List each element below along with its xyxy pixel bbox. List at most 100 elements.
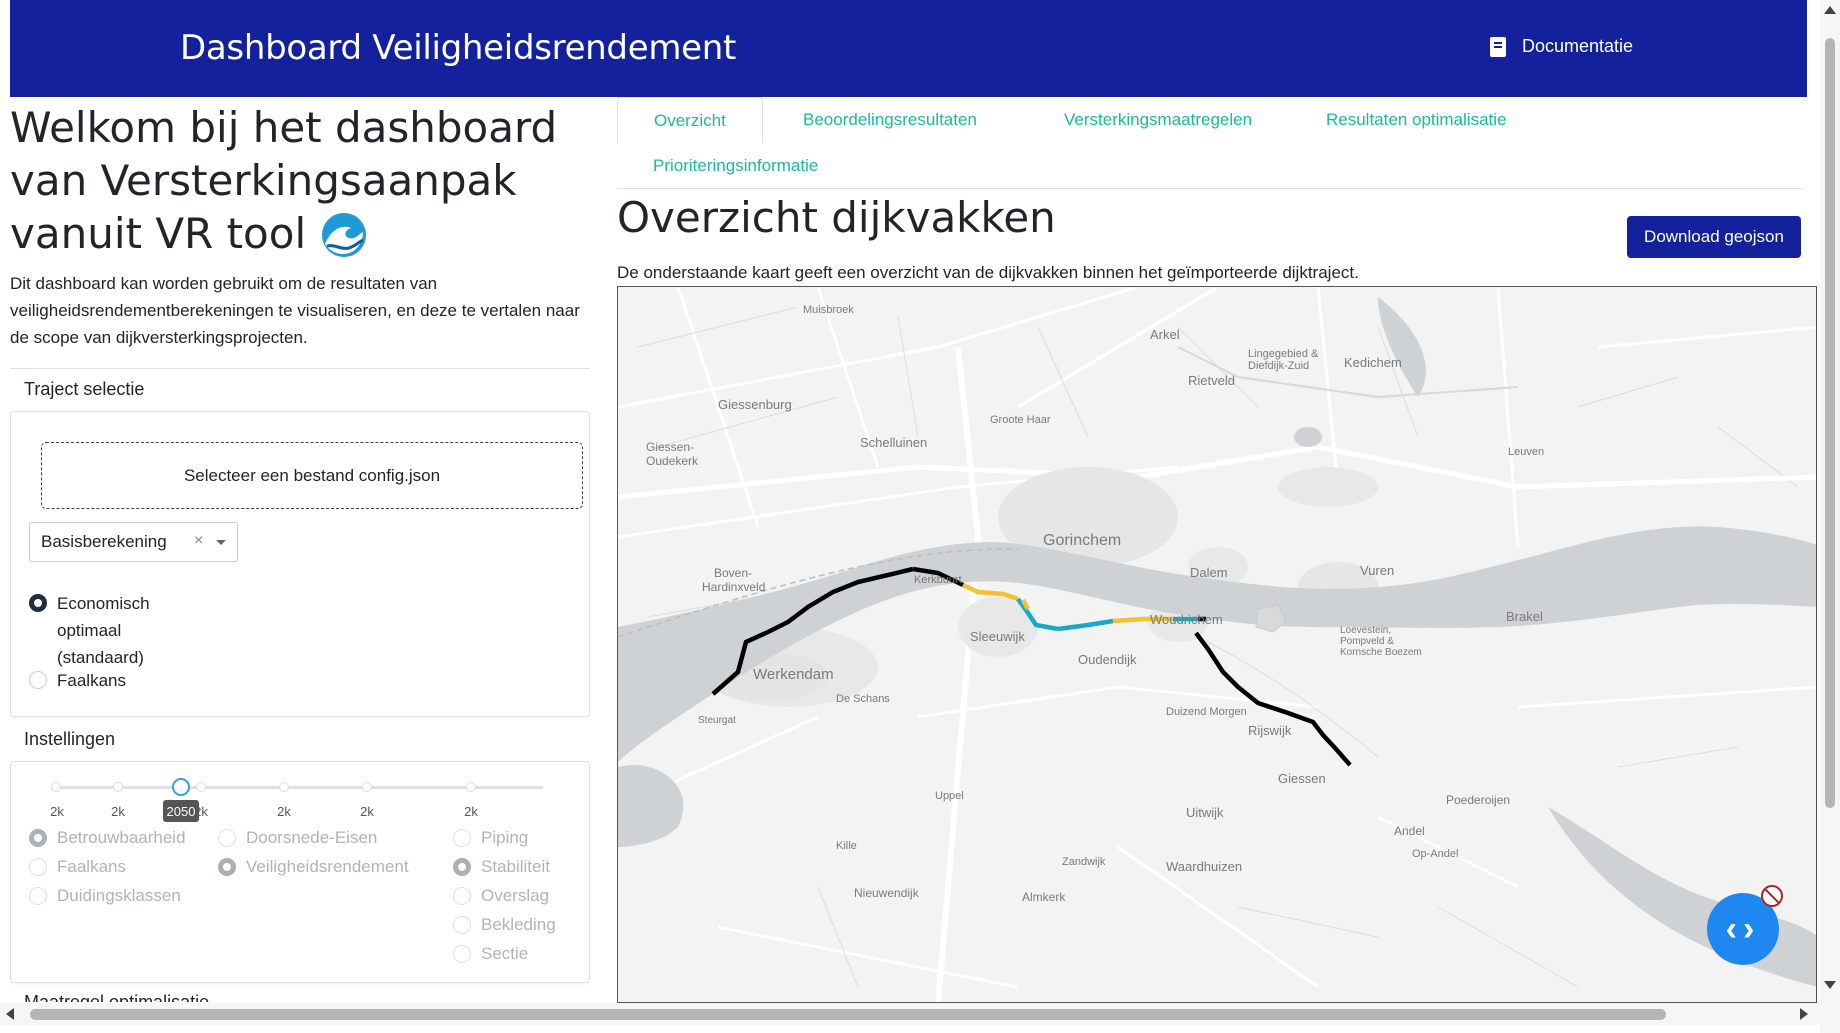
- slider-tick-label: 2k: [360, 804, 374, 819]
- scroll-right-icon[interactable]: [1800, 1008, 1808, 1020]
- map-label: Werkendam: [753, 666, 834, 683]
- scroll-left-icon[interactable]: [6, 1008, 14, 1020]
- radio-doorsnede-eisen[interactable]: Doorsnede-Eisen: [218, 828, 377, 848]
- map-label: Almkerk: [1022, 890, 1066, 904]
- slider-tick-label: 2k: [50, 804, 64, 819]
- map-label: Muisbroek: [803, 304, 854, 316]
- map-canvas[interactable]: Muisbroek Arkel Lingegebied & Diefdijk-Z…: [618, 287, 1817, 1003]
- radio-duidingsklassen[interactable]: Duidingsklassen: [29, 886, 181, 906]
- radio-button[interactable]: [29, 887, 47, 905]
- map-label: Gorinchem: [1043, 532, 1121, 549]
- map-label: Dalem: [1190, 565, 1228, 580]
- radio-label: Doorsnede-Eisen: [246, 828, 378, 847]
- radio-faalkans[interactable]: Faalkans: [29, 667, 126, 694]
- tab-beoordelingsresultaten[interactable]: Beoordelingsresultaten: [767, 97, 1013, 143]
- radio-button[interactable]: [453, 916, 471, 934]
- scroll-thumb[interactable]: [30, 1009, 1666, 1020]
- radio-label: Overslag: [481, 886, 550, 905]
- traject-section-title: Traject selectie: [24, 379, 145, 399]
- map-label: Woudrichem: [1150, 612, 1223, 627]
- welcome-text: Welkom bij het dashboard van Versterking…: [10, 103, 558, 258]
- radio-button[interactable]: [29, 858, 47, 876]
- chevron-down-icon[interactable]: [216, 540, 226, 545]
- map-label: Uppel: [935, 790, 964, 802]
- tab-versterkingsmaatregelen[interactable]: Versterkingsmaatregelen: [1028, 97, 1288, 143]
- slider-dot[interactable]: [113, 782, 123, 792]
- slider-dot[interactable]: [466, 782, 476, 792]
- map-label: Giessenburg: [718, 397, 792, 412]
- map-label: De Schans: [836, 693, 890, 705]
- radio-button[interactable]: [453, 887, 471, 905]
- radio-label: Stabiliteit: [481, 857, 550, 876]
- radio-label: Veiligheidsrendement: [246, 857, 409, 876]
- welcome-heading: Welkom bij het dashboard van Versterking…: [10, 101, 592, 260]
- scroll-up-icon[interactable]: [1824, 6, 1836, 14]
- map-label: Diefdijk-Zuid: [1248, 360, 1309, 372]
- vertical-scrollbar[interactable]: [1820, 0, 1840, 1033]
- map-label: Zandwijk: [1062, 856, 1106, 868]
- map-label: Schelluinen: [860, 435, 927, 450]
- scroll-down-icon[interactable]: [1824, 981, 1836, 989]
- tab-prioriteringsinformatie[interactable]: Prioriteringsinformatie: [617, 143, 854, 189]
- slider-dot[interactable]: [362, 782, 372, 792]
- radio-button[interactable]: [29, 671, 47, 689]
- year-slider-handle[interactable]: [172, 778, 190, 796]
- radio-button[interactable]: [29, 594, 47, 612]
- map-label: Kerkbuurt: [914, 574, 962, 586]
- scenario-select[interactable]: Basisberekening ×: [29, 522, 238, 562]
- radio-button[interactable]: [453, 945, 471, 963]
- download-geojson-button[interactable]: Download geojson: [1627, 216, 1801, 258]
- map-description: De onderstaande kaart geeft een overzich…: [617, 263, 1359, 282]
- settings-card: 2k 2k 2050 2k 2k 2k 2k Betrouwbaarheid F…: [10, 761, 590, 983]
- radio-label: Piping: [481, 828, 529, 847]
- map-view[interactable]: Muisbroek Arkel Lingegebied & Diefdijk-Z…: [617, 286, 1817, 1003]
- clear-icon[interactable]: ×: [194, 532, 203, 550]
- map-label: Oudendijk: [1078, 652, 1137, 667]
- map-label: Giessen-: [646, 440, 694, 454]
- radio-betrouwbaarheid[interactable]: Betrouwbaarheid: [29, 828, 186, 848]
- radio-button[interactable]: [29, 829, 47, 847]
- map-label: Giessen: [1278, 771, 1326, 786]
- tab-resultaten-optimalisatie[interactable]: Resultaten optimalisatie: [1290, 97, 1542, 143]
- radio-economisch-optimaal[interactable]: Economisch optimaal (standaard): [29, 590, 167, 671]
- radio-label: Bekleding: [481, 915, 556, 934]
- map-label: Kille: [836, 840, 857, 852]
- radio-faalkans-setting[interactable]: Faalkans: [29, 857, 126, 877]
- radio-button[interactable]: [218, 829, 236, 847]
- radio-button[interactable]: [218, 858, 236, 876]
- map-label: Waardhuizen: [1166, 859, 1242, 874]
- map-label: Arkel: [1150, 327, 1180, 342]
- radio-bekleding[interactable]: Bekleding: [453, 915, 556, 935]
- slider-dot[interactable]: [196, 782, 206, 792]
- radio-piping[interactable]: Piping: [453, 828, 528, 848]
- maatregel-section-title: Maatregel optimalisatie: [24, 992, 210, 1002]
- radio-button[interactable]: [453, 829, 471, 847]
- scroll-thumb[interactable]: [1825, 38, 1835, 808]
- ban-icon[interactable]: [1761, 885, 1783, 907]
- map-label: Groote Haar: [990, 414, 1051, 426]
- map-label: Andel: [1394, 824, 1425, 838]
- radio-stabiliteit[interactable]: Stabiliteit: [453, 857, 550, 877]
- map-label: Rijswijk: [1248, 723, 1292, 738]
- radio-sectie[interactable]: Sectie: [453, 944, 528, 964]
- horizontal-scrollbar[interactable]: [0, 1003, 1820, 1025]
- traject-card: Selecteer een bestand config.json Basisb…: [10, 411, 590, 717]
- slider-dot[interactable]: [51, 782, 61, 792]
- map-label: Brakel: [1506, 609, 1543, 624]
- settings-section-title: Instellingen: [24, 729, 116, 749]
- documentation-link[interactable]: Documentatie: [1490, 36, 1633, 57]
- map-label: Poederoijen: [1446, 793, 1510, 807]
- tab-overzicht[interactable]: Overzicht: [617, 97, 763, 144]
- header-bar: Dashboard Veiligheidsrendement Documenta…: [10, 0, 1807, 97]
- map-label: Sleeuwijk: [970, 629, 1025, 644]
- slider-dot[interactable]: [279, 782, 289, 792]
- app-title: Dashboard Veiligheidsrendement: [180, 28, 737, 68]
- map-label: Boven-: [714, 566, 752, 580]
- radio-button[interactable]: [453, 858, 471, 876]
- tab-bar: Overzicht Beoordelingsresultaten Verster…: [617, 97, 1803, 189]
- radio-veiligheidsrendement[interactable]: Veiligheidsrendement: [218, 857, 409, 877]
- config-upload-dropzone[interactable]: Selecteer een bestand config.json: [41, 442, 583, 509]
- map-label: Uitwijk: [1186, 805, 1224, 820]
- radio-overslag[interactable]: Overslag: [453, 886, 549, 906]
- slider-tick-label: 2k: [464, 804, 478, 819]
